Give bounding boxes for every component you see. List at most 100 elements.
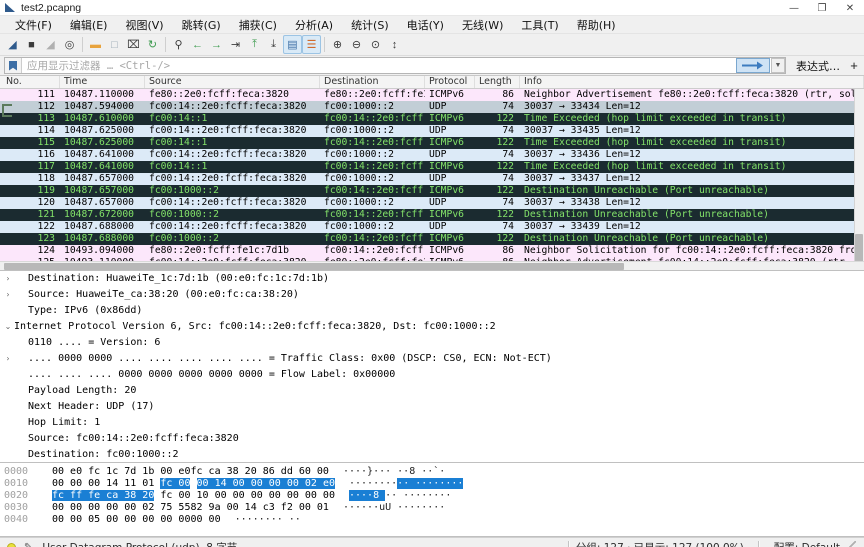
menu-tools[interactable]: 工具(T) bbox=[512, 16, 567, 34]
filter-expression-button[interactable]: 表达式… bbox=[790, 57, 846, 74]
detail-row[interactable]: › .... 0000 0000 .... .... .... .... ....… bbox=[0, 351, 864, 367]
colorize-icon[interactable]: ☰ bbox=[302, 35, 321, 54]
stop-capture-icon[interactable]: ■ bbox=[22, 35, 41, 54]
menu-capture[interactable]: 捕获(C) bbox=[230, 16, 286, 34]
hex-ascii: ······uU ········ bbox=[329, 502, 445, 514]
status-bulb-icon[interactable] bbox=[7, 542, 16, 547]
go-back-icon[interactable]: ← bbox=[188, 35, 207, 54]
reload-file-icon[interactable]: ↻ bbox=[143, 35, 162, 54]
detail-row[interactable]: Source: fc00:14::2e0:fcff:feca:3820 bbox=[0, 431, 864, 447]
packet-list-vscrollbar[interactable] bbox=[854, 89, 864, 264]
hex-row[interactable]: 0010 00 00 00 14 11 01 fc 00 00 14 00 00 … bbox=[0, 478, 864, 490]
chevron-right-icon[interactable]: › bbox=[2, 351, 14, 367]
detail-row[interactable]: Payload Length: 20 bbox=[0, 383, 864, 399]
packet-cell-no: 119 bbox=[37, 185, 56, 196]
column-header-time[interactable]: Time bbox=[60, 76, 145, 88]
capture-options-icon[interactable]: ◎ bbox=[60, 35, 79, 54]
start-capture-icon[interactable]: ◢ bbox=[3, 35, 22, 54]
chevron-right-icon[interactable]: › bbox=[2, 287, 14, 303]
restart-capture-icon[interactable]: ◢ bbox=[41, 35, 60, 54]
packet-row[interactable]: 122 10487.688000 fc00:14::2e0:fcff:feca:38… bbox=[0, 221, 864, 233]
resize-columns-icon[interactable]: ↕ bbox=[385, 35, 404, 54]
column-header-info[interactable]: Info bbox=[520, 76, 864, 88]
resize-grip-icon[interactable] bbox=[844, 541, 856, 547]
hex-row[interactable]: 0040 00 00 05 00 00 00 00 0000 00 ········… bbox=[0, 514, 864, 526]
menu-analyze[interactable]: 分析(A) bbox=[286, 16, 342, 34]
maximize-button[interactable]: ❐ bbox=[808, 0, 836, 16]
zoom-in-icon[interactable]: ⊕ bbox=[328, 35, 347, 54]
hex-row[interactable]: 0000 00 e0 fc 1c 7d 1b 00 e0fc ca 38 20 8… bbox=[0, 466, 864, 478]
detail-row[interactable]: › Destination: HuaweiTe_1c:7d:1b (00:e0:f… bbox=[0, 271, 864, 287]
packet-list-hscroll-thumb[interactable] bbox=[4, 263, 624, 270]
zoom-reset-icon[interactable]: ⊙ bbox=[366, 35, 385, 54]
packet-row[interactable]: 116 10487.641000 fc00:14::2e0:fcff:feca:38… bbox=[0, 149, 864, 161]
hex-byte-group bbox=[190, 478, 196, 489]
detail-row-label: Internet Protocol Version 6, Src: fc00:1… bbox=[14, 321, 496, 332]
packet-cell-time: 10487.672000 bbox=[64, 209, 134, 220]
apply-filter-button[interactable] bbox=[736, 58, 770, 73]
detail-row[interactable]: Hop Limit: 1 bbox=[0, 415, 864, 431]
menu-telephony[interactable]: 电话(Y) bbox=[398, 16, 453, 34]
display-filter-input[interactable]: 应用显示过滤器 … <Ctrl-/> ▼ bbox=[4, 57, 786, 74]
menu-go[interactable]: 跳转(G) bbox=[173, 16, 230, 34]
packet-row[interactable]: 111 10487.110000 fe80::2e0:fcff:feca:3820 f… bbox=[0, 89, 864, 101]
packet-row[interactable]: 113 10487.610000 fc00:14::1 fc00:14::2e0:fc… bbox=[0, 113, 864, 125]
column-header-source[interactable]: Source bbox=[145, 76, 320, 88]
packet-row[interactable]: 121 10487.672000 fc00:1000::2 fc00:14::2e0:… bbox=[0, 209, 864, 221]
zoom-out-icon[interactable]: ⊖ bbox=[347, 35, 366, 54]
packet-row[interactable]: 117 10487.641000 fc00:14::1 fc00:14::2e0:fc… bbox=[0, 161, 864, 173]
hex-row[interactable]: 0030 00 00 00 00 00 02 75 5582 9a 00 14 c… bbox=[0, 502, 864, 514]
menu-wireless[interactable]: 无线(W) bbox=[453, 16, 512, 34]
find-packet-icon[interactable]: ⚲ bbox=[169, 35, 188, 54]
detail-row[interactable]: Destination: fc00:1000::2 bbox=[0, 447, 864, 462]
packet-row[interactable]: 115 10487.625000 fc00:14::1 fc00:14::2e0:fc… bbox=[0, 137, 864, 149]
open-file-icon[interactable]: ▬ bbox=[86, 35, 105, 54]
close-button[interactable]: ✕ bbox=[836, 0, 864, 16]
edit-capture-comment-icon[interactable]: ✎ bbox=[24, 542, 32, 547]
detail-row[interactable]: ⌄ Internet Protocol Version 6, Src: fc00:… bbox=[0, 319, 864, 335]
detail-row-label: Hop Limit: 1 bbox=[28, 417, 101, 428]
packet-list-hscrollbar[interactable] bbox=[0, 261, 864, 270]
go-to-last-icon[interactable]: ⤓ bbox=[264, 35, 283, 54]
packet-row[interactable]: 123 10487.688000 fc00:1000::2 fc00:14::2e0:… bbox=[0, 233, 864, 245]
packet-row[interactable]: 119 10487.657000 fc00:1000::2 fc00:14::2e0:… bbox=[0, 185, 864, 197]
hex-row[interactable]: 0020 fc ff fe ca 38 20 fc 00 10 00 00 00 … bbox=[0, 490, 864, 502]
save-file-icon[interactable]: □ bbox=[105, 35, 124, 54]
column-header-protocol[interactable]: Protocol bbox=[425, 76, 475, 88]
detail-row[interactable]: Type: IPv6 (0x86dd) bbox=[0, 303, 864, 319]
close-file-icon[interactable]: ⌧ bbox=[124, 35, 143, 54]
go-to-packet-icon[interactable]: ⇥ bbox=[226, 35, 245, 54]
packet-cell-time: 10487.657000 bbox=[64, 185, 134, 196]
detail-row[interactable]: .... .... .... 0000 0000 0000 0000 0000 … bbox=[0, 367, 864, 383]
minimize-button[interactable]: — bbox=[780, 0, 808, 16]
packet-row[interactable]: 114 10487.625000 fc00:14::2e0:fcff:feca:38… bbox=[0, 125, 864, 137]
detail-row[interactable]: Next Header: UDP (17) bbox=[0, 399, 864, 415]
detail-row[interactable]: 0110 .... = Version: 6 bbox=[0, 335, 864, 351]
packet-row[interactable]: 124 10493.094000 fe80::2e0:fcff:fe1c:7d1b f… bbox=[0, 245, 864, 257]
packet-cell-dst: fc00:1000::2 bbox=[324, 125, 394, 136]
packet-cell-dst: fc00:1000::2 bbox=[324, 221, 394, 232]
packet-row[interactable]: 118 10487.657000 fc00:14::2e0:fcff:feca:38… bbox=[0, 173, 864, 185]
chevron-down-icon[interactable]: ⌄ bbox=[2, 319, 14, 335]
packet-row[interactable]: 120 10487.657000 fc00:14::2e0:fcff:feca:38… bbox=[0, 197, 864, 209]
go-forward-icon[interactable]: → bbox=[207, 35, 226, 54]
menu-file[interactable]: 文件(F) bbox=[6, 16, 61, 34]
add-filter-button[interactable]: + bbox=[846, 57, 862, 74]
column-header-no[interactable]: No. bbox=[0, 76, 60, 88]
column-header-length[interactable]: Length bbox=[475, 76, 520, 88]
menu-help[interactable]: 帮助(H) bbox=[568, 16, 625, 34]
chevron-right-icon[interactable]: › bbox=[2, 271, 14, 287]
go-to-first-icon[interactable]: ⤒ bbox=[245, 35, 264, 54]
menu-edit[interactable]: 编辑(E) bbox=[61, 16, 117, 34]
bookmark-icon[interactable] bbox=[5, 58, 22, 73]
filter-dropdown-button[interactable]: ▼ bbox=[771, 58, 785, 73]
auto-scroll-icon[interactable]: ▤ bbox=[283, 35, 302, 54]
hex-ascii-part: ········ ·· bbox=[234, 514, 301, 525]
packet-list-vscroll-thumb[interactable] bbox=[855, 234, 863, 264]
column-header-destination[interactable]: Destination bbox=[320, 76, 425, 88]
packet-row[interactable]: 112 10487.594000 fc00:14::2e0:fcff:feca:38… bbox=[0, 101, 864, 113]
menu-statistics[interactable]: 统计(S) bbox=[342, 16, 398, 34]
packet-cell-proto: ICMPv6 bbox=[429, 233, 464, 244]
detail-row[interactable]: › Source: HuaweiTe_ca:38:20 (00:e0:fc:ca:… bbox=[0, 287, 864, 303]
menu-view[interactable]: 视图(V) bbox=[116, 16, 172, 34]
